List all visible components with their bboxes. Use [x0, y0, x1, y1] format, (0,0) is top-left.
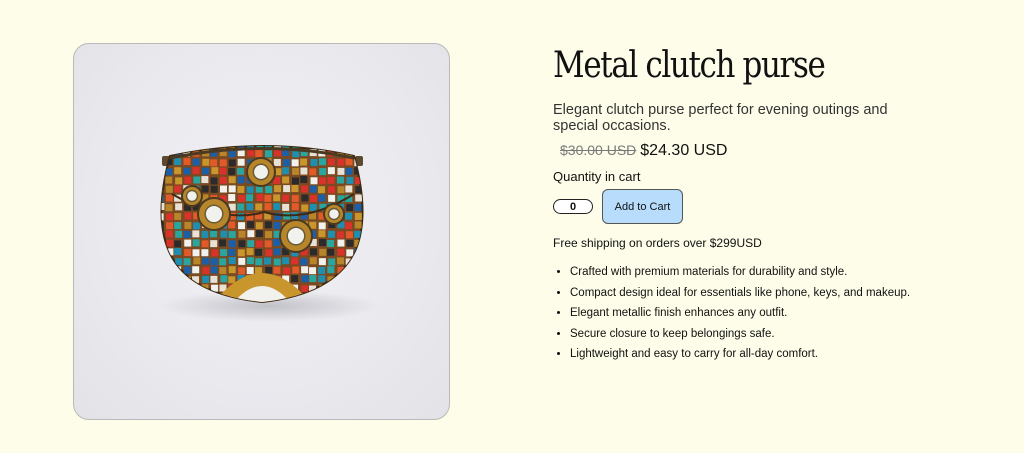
- quantity-input[interactable]: [553, 199, 593, 214]
- feature-item: Crafted with premium materials for durab…: [570, 262, 973, 283]
- price-row: $30.00 USD $24.30 USD: [560, 142, 973, 162]
- feature-item: Secure closure to keep belongings safe.: [570, 324, 973, 345]
- sale-price: $24.30 USD: [640, 142, 728, 159]
- product-details: Metal clutch purse Elegant clutch purse …: [553, 44, 973, 365]
- feature-list: Crafted with premium materials for durab…: [553, 262, 973, 365]
- product-title: Metal clutch purse: [553, 45, 826, 86]
- cart-row: Add to Cart: [553, 189, 973, 224]
- product-image: [159, 145, 379, 322]
- feature-item: Compact design ideal for essentials like…: [570, 283, 973, 304]
- quantity-label: Quantity in cart: [553, 169, 641, 184]
- add-to-cart-button[interactable]: Add to Cart: [602, 189, 683, 224]
- feature-item: Lightweight and easy to carry for all-da…: [570, 344, 973, 365]
- shipping-note: Free shipping on orders over $299USD: [553, 236, 762, 250]
- original-price: $30.00 USD: [560, 142, 637, 158]
- feature-item: Elegant metallic finish enhances any out…: [570, 303, 973, 324]
- product-image-card: [73, 43, 450, 420]
- product-page: Metal clutch purse Elegant clutch purse …: [0, 0, 1024, 453]
- product-description: Elegant clutch purse perfect for evening…: [553, 102, 888, 134]
